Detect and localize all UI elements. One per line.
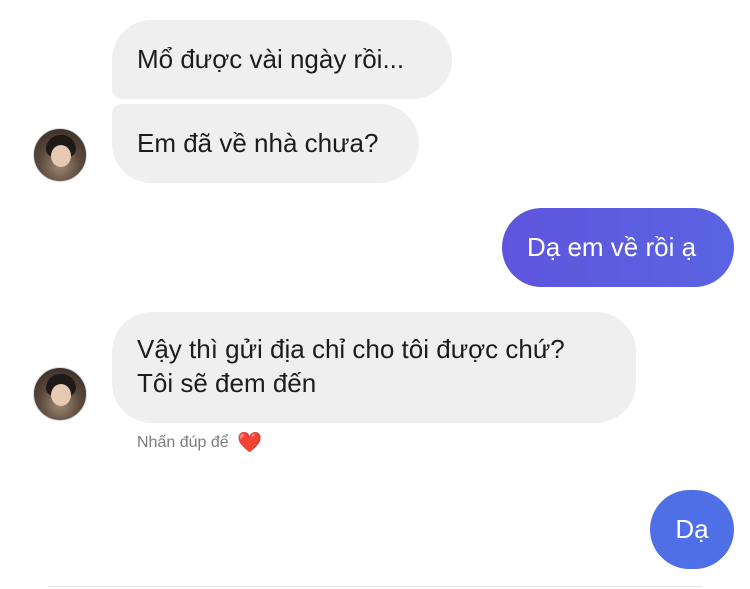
message-bubble-incoming[interactable]: Em đã về nhà chưa? <box>112 104 419 183</box>
message-text-line-2: Tôi sẽ đem đến <box>137 368 317 398</box>
hint-text: Nhấn đúp để <box>137 434 229 451</box>
double-tap-hint: Nhấn đúp để ❤️ <box>137 433 262 453</box>
divider <box>48 586 702 587</box>
contact-avatar[interactable] <box>33 128 87 182</box>
contact-avatar[interactable] <box>33 367 87 421</box>
message-bubble-outgoing[interactable]: Dạ <box>650 490 734 569</box>
message-bubble-incoming[interactable]: Mổ được vài ngày rồi... <box>112 20 452 99</box>
message-text: Em đã về nhà chưa? <box>137 128 379 158</box>
heart-icon: ❤️ <box>237 432 262 454</box>
message-bubble-incoming[interactable]: Vậy thì gửi địa chỉ cho tôi được chứ? Tô… <box>112 312 636 423</box>
message-text-line-1: Vậy thì gửi địa chỉ cho tôi được chứ? <box>137 334 565 364</box>
avatar-face <box>51 145 71 167</box>
message-text: Dạ em về rồi ạ <box>527 232 697 262</box>
avatar-face <box>51 384 71 406</box>
message-text: Mổ được vài ngày rồi... <box>137 44 405 74</box>
message-text: Dạ <box>675 514 709 544</box>
message-bubble-outgoing[interactable]: Dạ em về rồi ạ <box>502 208 734 287</box>
